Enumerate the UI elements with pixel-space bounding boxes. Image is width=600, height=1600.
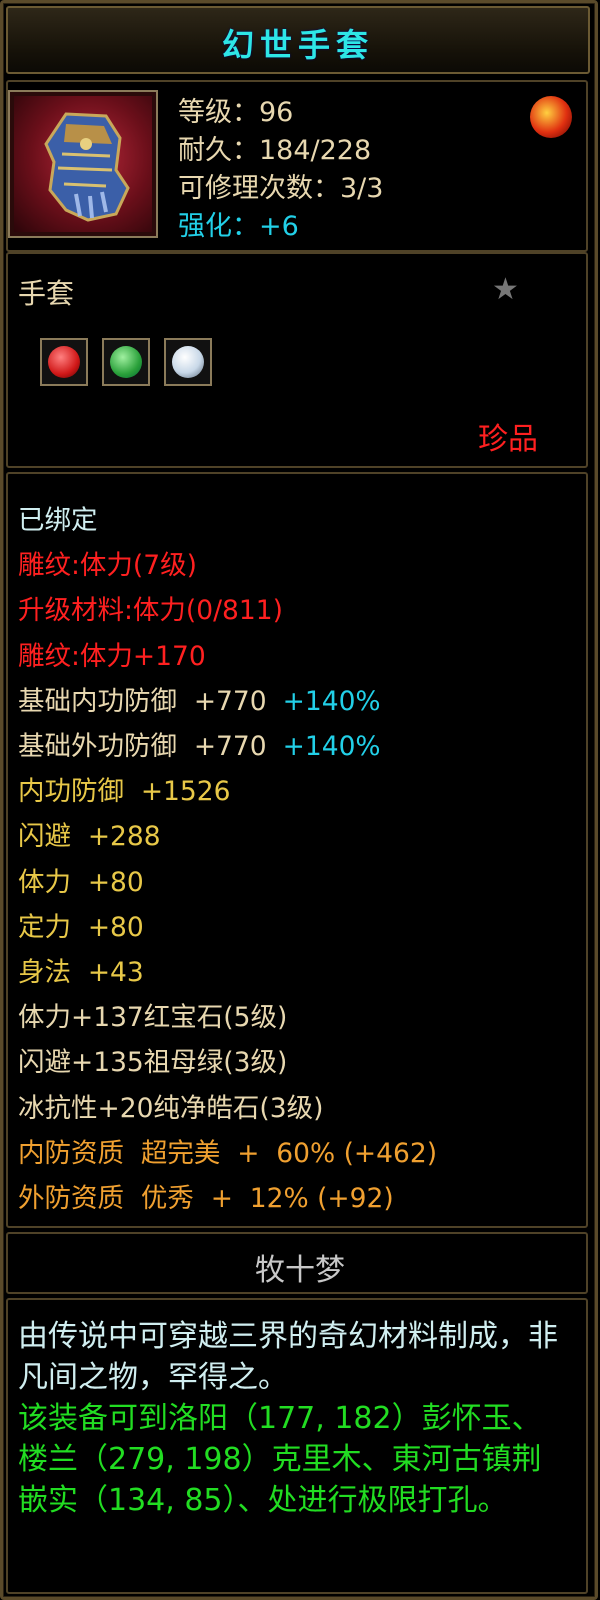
level-value: 96 bbox=[259, 97, 294, 128]
gauntlet-icon bbox=[44, 112, 130, 222]
ruby-gem-icon bbox=[48, 346, 80, 378]
attribute-text: 基础外功防御 +770 bbox=[18, 731, 267, 762]
attribute-line: 闪避+135祖母绿(3级) bbox=[18, 1040, 287, 1079]
attribute-line: 基础外功防御 +770 +140% bbox=[18, 724, 381, 763]
attribute-text: 身法 +43 bbox=[18, 957, 144, 988]
item-lore: 由传说中可穿越三界的奇幻材料制成，非凡间之物，罕得之。 bbox=[18, 1319, 558, 1395]
attribute-line: 雕纹:体力(7级) bbox=[18, 543, 197, 582]
emerald-gem-icon bbox=[110, 346, 142, 378]
attribute-line: 外防资质 优秀 + 12% (+92) bbox=[18, 1176, 394, 1215]
star-icon[interactable]: ★ bbox=[492, 272, 519, 307]
attribute-line: 基础内功防御 +770 +140% bbox=[18, 679, 381, 718]
socket-slot[interactable] bbox=[102, 338, 150, 386]
durability-value: 184/228 bbox=[259, 135, 372, 166]
durability-label: 耐久： bbox=[178, 135, 259, 166]
attribute-line: 升级材料:体力(0/811) bbox=[18, 588, 283, 627]
socket-slot[interactable] bbox=[40, 338, 88, 386]
item-name: 幻世手套 bbox=[221, 26, 374, 64]
punch-hint: 该装备可到洛阳（177, 182）彭怀玉、楼兰（279, 198）克里木、東河古… bbox=[18, 1401, 542, 1518]
enhance-label: 强化： bbox=[178, 211, 259, 242]
attribute-text: 体力 +80 bbox=[18, 866, 144, 898]
attribute-text: 闪避 +288 bbox=[18, 821, 161, 853]
socket-slot[interactable] bbox=[164, 338, 212, 386]
attribute-line: 内功防御 +1526 bbox=[18, 769, 231, 808]
fire-orb-icon bbox=[530, 96, 572, 138]
attribute-line: 闪避 +288 bbox=[18, 814, 161, 853]
attribute-line: 体力 +80 bbox=[18, 860, 144, 899]
attribute-line: 冰抗性+20纯净皓石(3级) bbox=[18, 1086, 323, 1125]
maker-name: 牧十梦 bbox=[255, 1253, 345, 1288]
attribute-text: 内防资质 超完美 + 60% (+462) bbox=[18, 1137, 438, 1169]
level-label: 等级： bbox=[178, 97, 259, 128]
item-icon-frame bbox=[8, 90, 158, 238]
attribute-text: 基础内功防御 +770 bbox=[18, 685, 267, 717]
attribute-text: 升级材料:体力(0/811) bbox=[18, 595, 283, 627]
item-type: 手套 bbox=[18, 277, 75, 310]
attribute-text: 定力 +80 bbox=[18, 911, 144, 943]
rarity-label: 珍品 bbox=[478, 422, 538, 457]
attribute-text: 内功防御 +1526 bbox=[18, 776, 231, 808]
diamond-gem-icon bbox=[172, 346, 204, 378]
attribute-text: 体力+137红宝石(5级) bbox=[18, 1002, 288, 1034]
attribute-text: 雕纹:体力(7级) bbox=[18, 550, 197, 582]
enhance-value: +6 bbox=[259, 211, 299, 242]
title-bar: 幻世手套 bbox=[6, 6, 590, 74]
attribute-text: 冰抗性+20纯净皓石(3级) bbox=[18, 1092, 324, 1124]
attribute-line: 已绑定 bbox=[18, 498, 98, 537]
attribute-line: 身法 +43 bbox=[18, 950, 144, 989]
item-header: 等级：96 耐久：184/228 可修理次数：3/3 强化：+6 bbox=[6, 86, 586, 246]
repair-label: 可修理次数： bbox=[178, 173, 340, 204]
attribute-bonus: +140% bbox=[282, 731, 381, 762]
attribute-line: 雕纹:体力+170 bbox=[18, 634, 206, 673]
attribute-bonus: +140% bbox=[282, 685, 381, 717]
attribute-line: 定力 +80 bbox=[18, 905, 144, 944]
attribute-text: 已绑定 bbox=[18, 505, 98, 536]
repair-value: 3/3 bbox=[340, 173, 384, 204]
attribute-text: 闪避+135祖母绿(3级) bbox=[18, 1047, 288, 1079]
attribute-text: 外防资质 优秀 + 12% (+92) bbox=[18, 1183, 394, 1214]
attribute-line: 内防资质 超完美 + 60% (+462) bbox=[18, 1131, 437, 1170]
attribute-text: 雕纹:体力+170 bbox=[18, 640, 206, 672]
attribute-line: 体力+137红宝石(5级) bbox=[18, 995, 287, 1034]
